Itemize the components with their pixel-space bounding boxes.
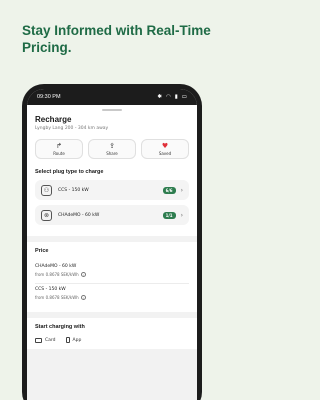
saved-label: Saved [158, 151, 172, 156]
route-button[interactable]: ↱ Route [35, 139, 83, 159]
price-name: CCS - 150 kW [35, 287, 66, 292]
plug-label: CHAdeMO - 60 kW [58, 212, 100, 218]
ccs-plug-icon: ⚇ [41, 184, 52, 196]
card-icon [35, 337, 42, 343]
price-value: from 0.8678 SEK/kWh [35, 272, 79, 277]
start-title: Start charging with [35, 324, 85, 330]
card-label: Card [45, 337, 56, 343]
app-option[interactable]: App [65, 337, 82, 343]
price-row: CCS - 150 kW from 0.8678 SEK/kWh i [35, 284, 189, 306]
action-row: ↱ Route ⇪ Share ♥ Saved [35, 139, 189, 159]
price-value-line: from 0.8678 SEK/kWh i [35, 272, 189, 277]
price-card: Price CHAdeMO - 60 kW from 0.8678 SEK/kW… [27, 242, 197, 312]
wifi-icon: ◠ [165, 94, 171, 100]
price-value-line: from 0.8678 SEK/kWh i [35, 295, 189, 300]
saved-button[interactable]: ♥ Saved [141, 139, 189, 159]
status-time: 09:30 PM [37, 94, 61, 100]
plug-option-chademo[interactable]: ⊗ CHAdeMO - 60 kW 1/1 › [35, 205, 189, 225]
method-row: Card App [35, 337, 189, 343]
card-option[interactable]: Card [35, 337, 56, 343]
battery-icon: ▭ [181, 94, 187, 100]
chevron-right-icon: › [180, 186, 183, 194]
availability-badge: 6/6 [162, 186, 176, 194]
share-button[interactable]: ⇪ Share [88, 139, 136, 159]
chademo-plug-icon: ⊗ [41, 209, 52, 221]
headline: Stay Informed with Real-Time Pricing. [22, 23, 211, 55]
drag-handle[interactable] [102, 109, 122, 111]
chevron-right-icon: › [180, 211, 183, 219]
info-icon[interactable]: i [80, 295, 86, 300]
status-bar: 09:30 PM ✱ ◠ ▮ ▭ [27, 89, 197, 105]
share-icon: ⇪ [109, 142, 115, 150]
start-charging-card: Start charging with Card App [27, 318, 197, 349]
plug-label: CCS - 150 kW [58, 187, 89, 193]
price-title: Price [35, 248, 49, 254]
station-subtitle: Lyngby Lang 200 - 304 km away [35, 126, 109, 131]
bluetooth-icon: ✱ [157, 94, 162, 100]
route-icon: ↱ [56, 142, 62, 150]
phone-icon [65, 337, 70, 343]
station-title: Recharge [35, 115, 72, 124]
share-label: Share [106, 151, 118, 156]
status-icons: ✱ ◠ ▮ ▭ [157, 94, 187, 100]
heart-icon: ♥ [161, 142, 169, 150]
route-label: Route [53, 151, 65, 156]
station-sheet: Recharge Lyngby Lang 200 - 304 km away ↱… [27, 105, 197, 236]
price-value: from 0.8678 SEK/kWh [35, 295, 79, 300]
app-label: App [72, 337, 82, 343]
signal-icon: ▮ [174, 94, 178, 100]
price-row: CHAdeMO - 60 kW from 0.8678 SEK/kWh i [35, 261, 189, 284]
info-icon[interactable]: i [80, 272, 86, 277]
plug-option-ccs[interactable]: ⚇ CCS - 150 kW 6/6 › [35, 180, 189, 200]
price-name: CHAdeMO - 60 kW [35, 264, 77, 269]
plug-section-title: Select plug type to charge [35, 169, 104, 175]
phone-screen: 09:30 PM ✱ ◠ ▮ ▭ Recharge Lyngby Lang 20… [27, 89, 197, 400]
phone-frame: 09:30 PM ✱ ◠ ▮ ▭ Recharge Lyngby Lang 20… [22, 84, 202, 400]
availability-badge: 1/1 [162, 211, 176, 219]
